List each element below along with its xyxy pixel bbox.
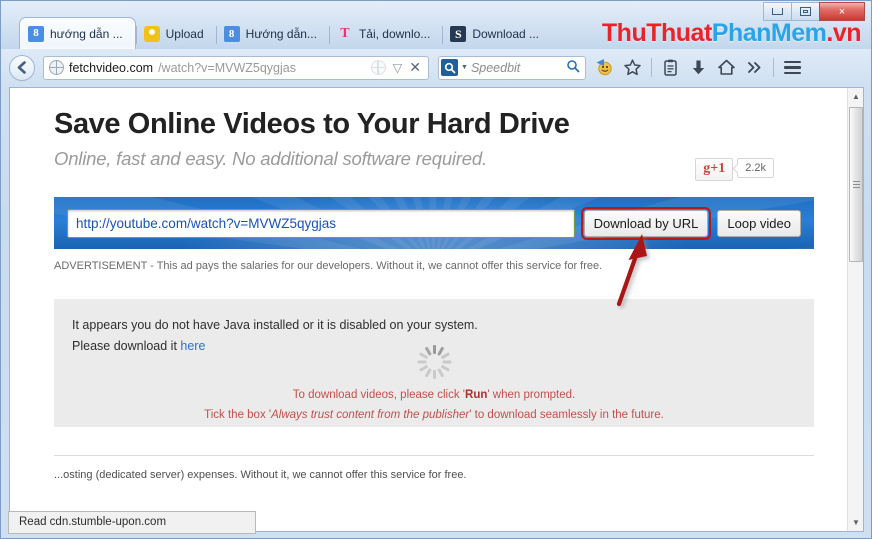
google-favicon-icon: 8 xyxy=(28,25,44,42)
lightbulb-favicon-icon xyxy=(143,26,160,42)
navigation-toolbar: fetchvideo.com/watch?v=MVWZ5qygjas ▽ ✕ ▼… xyxy=(1,49,871,86)
tab-label: Upload xyxy=(165,27,204,41)
vertical-scrollbar[interactable]: ▲ ▼ xyxy=(847,88,863,531)
java-applet-panel: It appears you do not have Java installe… xyxy=(54,299,814,428)
trust-b: Always trust content from the publisher xyxy=(271,409,470,422)
page-content-column: Save Online Videos to Your Hard Drive On… xyxy=(54,108,814,481)
minimize-icon xyxy=(772,8,783,15)
status-bar: Read cdn.stumble-upon.com xyxy=(8,511,256,534)
web-page-content: Save Online Videos to Your Hard Drive On… xyxy=(10,88,849,531)
search-input[interactable]: Speedbit xyxy=(471,61,563,75)
download-by-url-button[interactable]: Download by URL xyxy=(580,206,712,240)
trust-publisher-instruction: Tick the box 'Always trust content from … xyxy=(54,409,814,421)
hamburger-glyph xyxy=(784,60,801,75)
toolbar-divider xyxy=(651,58,652,77)
site-watermark: ThuThuatPhanMem.vn xyxy=(601,19,862,48)
toolbar-divider xyxy=(773,58,774,77)
run-prompt-run: Run xyxy=(465,389,488,402)
tab-list: 8 hướng dẫn ... Upload 8 Hướng dẫn... T … xyxy=(19,17,551,49)
tab-label: Hướng dẫn... xyxy=(245,27,317,41)
bookmark-star-icon[interactable] xyxy=(620,55,645,80)
tab-label: Download ... xyxy=(472,27,540,41)
maximize-icon xyxy=(800,7,811,16)
trust-a: Tick the box ' xyxy=(204,409,272,422)
maximize-button[interactable] xyxy=(791,2,820,21)
address-host: fetchvideo.com xyxy=(69,60,154,75)
reading-list-icon[interactable] xyxy=(658,55,683,80)
stop-loading-icon[interactable]: ✕ xyxy=(409,59,421,76)
site-identity-icon[interactable] xyxy=(370,60,386,75)
loading-spinner-icon xyxy=(417,345,451,380)
menu-hamburger-icon[interactable] xyxy=(780,55,805,80)
trust-c: ' to download seamlessly in the future. xyxy=(469,409,664,422)
minimize-button[interactable] xyxy=(763,2,792,21)
tab-label: Tải, downlo... xyxy=(358,27,431,41)
speedbit-search-icon xyxy=(441,59,458,76)
search-submit-icon[interactable] xyxy=(566,59,580,76)
run-prompt-instruction: To download videos, please click 'Run' w… xyxy=(54,389,814,401)
scrollbar-grip-icon xyxy=(853,180,860,190)
search-engine-caret-icon[interactable]: ▼ xyxy=(461,64,468,71)
scrollbar-thumb[interactable] xyxy=(849,107,863,262)
downloads-icon[interactable] xyxy=(686,55,711,80)
loop-video-button[interactable]: Loop video xyxy=(717,209,801,237)
address-bar-actions: ▽ ✕ xyxy=(370,59,424,76)
watermark-part-4: .vn xyxy=(826,19,861,47)
advertisement-note: ADVERTISEMENT - This ad pays the salarie… xyxy=(54,260,603,273)
overflow-chevrons-icon[interactable] xyxy=(742,55,767,80)
watermark-part-1: Thu xyxy=(601,19,647,47)
run-prompt-a: To download videos, please click ' xyxy=(292,389,466,402)
toolbar-icon-group xyxy=(592,55,805,80)
scroll-up-arrow-icon[interactable]: ▲ xyxy=(848,88,863,105)
browser-window: 8 hướng dẫn ... Upload 8 Hướng dẫn... T … xyxy=(0,0,872,539)
back-button[interactable] xyxy=(9,54,35,81)
gplus-count-badge: 2.2k xyxy=(737,158,774,178)
scroll-down-arrow-icon[interactable]: ▼ xyxy=(848,514,863,531)
page-title: Save Online Videos to Your Hard Drive xyxy=(54,108,570,140)
close-button[interactable]: × xyxy=(819,2,865,21)
java-download-prefix: Please download it xyxy=(72,338,181,353)
window-controls: × xyxy=(763,2,865,21)
google-favicon-icon: 8 xyxy=(223,26,240,42)
java-missing-line-1: It appears you do not have Java installe… xyxy=(72,318,478,333)
section-divider xyxy=(54,455,814,457)
search-box[interactable]: ▼ Speedbit xyxy=(438,55,586,80)
address-bar[interactable]: fetchvideo.com/watch?v=MVWZ5qygjas ▽ ✕ xyxy=(43,55,429,80)
watermark-part-2: Thuat xyxy=(646,19,712,47)
browser-tab-1[interactable]: 8 hướng dẫn ... xyxy=(19,17,136,49)
globe-icon xyxy=(49,60,64,75)
close-icon: × xyxy=(838,5,846,18)
download-form-bar: http://youtube.com/watch?v=MVWZ5qygjas D… xyxy=(54,197,814,250)
browser-tab-4[interactable]: T Tải, downlo... xyxy=(328,19,442,49)
java-download-link[interactable]: here xyxy=(180,339,205,353)
watermark-part-3: PhanMem xyxy=(711,19,827,47)
bottom-advertisement-note: ...osting (dedicated server) expenses. W… xyxy=(54,469,467,482)
gplus-one-button[interactable]: g+1 xyxy=(695,158,734,181)
video-url-input[interactable]: http://youtube.com/watch?v=MVWZ5qygjas xyxy=(67,208,575,238)
tab-label: hướng dẫn ... xyxy=(50,26,123,41)
back-arrow-icon xyxy=(17,61,26,74)
browser-tab-3[interactable]: 8 Hướng dẫn... xyxy=(215,19,329,49)
speedbit-face-icon[interactable] xyxy=(592,55,617,80)
google-plus-one-widget: g+1 2.2k xyxy=(695,158,774,181)
run-prompt-c: ' when prompted. xyxy=(487,389,576,402)
address-path: /watch?v=MVWZ5qygjas xyxy=(158,60,296,75)
tumblr-favicon-icon: T xyxy=(340,26,350,41)
tab-strip: 8 hướng dẫn ... Upload 8 Hướng dẫn... T … xyxy=(1,1,871,49)
page-viewport: Save Online Videos to Your Hard Drive On… xyxy=(9,87,864,532)
stumbleupon-favicon-icon: S xyxy=(450,26,467,42)
address-dropdown-icon[interactable]: ▽ xyxy=(393,60,403,75)
browser-tab-5[interactable]: S Download ... xyxy=(442,19,551,49)
home-icon[interactable] xyxy=(714,55,739,80)
browser-tab-2[interactable]: Upload xyxy=(135,19,216,49)
